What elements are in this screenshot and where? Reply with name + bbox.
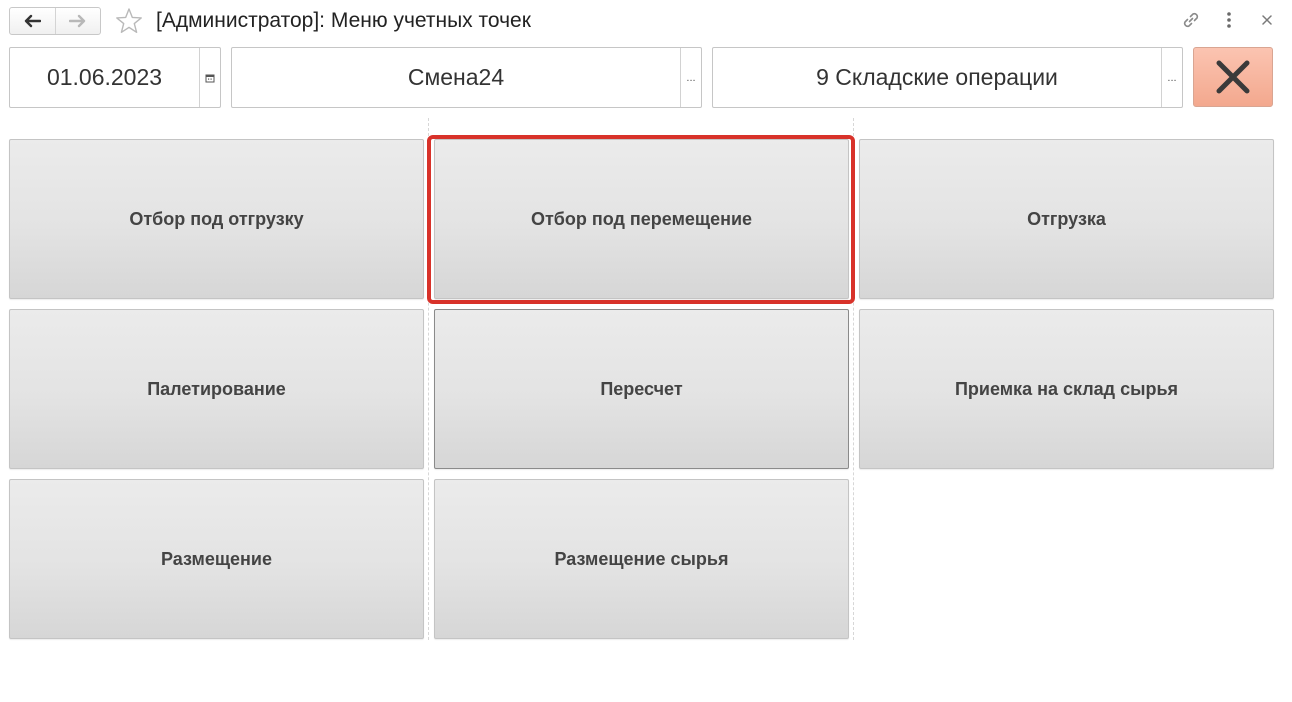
tile-label: Отбор под отгрузку bbox=[129, 208, 304, 229]
calendar-button[interactable] bbox=[199, 48, 220, 107]
close-x-icon bbox=[1216, 60, 1250, 94]
accounting-point-field[interactable]: 9 Складские операции ... bbox=[712, 47, 1183, 108]
tile-label: Отгрузка bbox=[1027, 208, 1106, 229]
favorite-button[interactable] bbox=[114, 6, 144, 36]
tile-label: Палетирование bbox=[147, 378, 286, 399]
tile-palletizing[interactable]: Палетирование bbox=[9, 309, 424, 469]
link-icon bbox=[1183, 12, 1199, 28]
close-window-button[interactable] bbox=[1256, 9, 1278, 31]
tile-picking-for-transfer[interactable]: Отбор под перемещение bbox=[434, 139, 849, 299]
forward-button[interactable] bbox=[54, 8, 101, 34]
column-separator bbox=[428, 118, 429, 640]
tile-label: Отбор под перемещение bbox=[530, 208, 753, 229]
tile-picking-for-shipment[interactable]: Отбор под отгрузку bbox=[9, 139, 424, 299]
tile-recount[interactable]: Пересчет bbox=[434, 309, 849, 469]
tile-label: Размещение сырья bbox=[554, 548, 729, 569]
shift-value[interactable]: Смена24 bbox=[232, 48, 680, 107]
back-button[interactable] bbox=[10, 8, 55, 34]
tile-placement[interactable]: Размещение bbox=[9, 479, 424, 639]
link-button[interactable] bbox=[1180, 9, 1202, 31]
navigation-buttons bbox=[9, 7, 101, 35]
tile-shipment[interactable]: Отгрузка bbox=[859, 139, 1274, 299]
more-vertical-icon bbox=[1227, 12, 1231, 28]
tile-label: Пересчет bbox=[600, 378, 683, 399]
tile-raw-material-receipt[interactable]: Приемка на склад сырья bbox=[859, 309, 1274, 469]
more-button[interactable] bbox=[1218, 9, 1240, 31]
arrow-left-icon bbox=[25, 14, 42, 28]
calendar-icon bbox=[205, 74, 215, 82]
window-title: [Администратор]: Меню учетных точек bbox=[156, 9, 531, 32]
title-tools bbox=[1180, 9, 1278, 31]
shift-field[interactable]: Смена24 ... bbox=[231, 47, 702, 108]
accounting-point-select-button[interactable]: ... bbox=[1161, 48, 1182, 107]
date-field[interactable]: 01.06.2023 bbox=[9, 47, 221, 108]
accounting-point-value[interactable]: 9 Складские операции bbox=[713, 48, 1161, 107]
shift-select-button[interactable]: ... bbox=[680, 48, 701, 107]
column-separator bbox=[853, 118, 854, 640]
tile-raw-material-placement[interactable]: Размещение сырья bbox=[434, 479, 849, 639]
tile-label: Приемка на склад сырья bbox=[954, 378, 1179, 399]
exit-button[interactable] bbox=[1193, 47, 1273, 107]
close-icon bbox=[1262, 15, 1272, 25]
arrow-right-icon bbox=[68, 14, 85, 28]
star-icon bbox=[116, 8, 142, 33]
tile-label: Размещение bbox=[161, 548, 272, 569]
title-bar: [Администратор]: Меню учетных точек bbox=[0, 0, 1292, 42]
date-value[interactable]: 01.06.2023 bbox=[10, 48, 199, 107]
